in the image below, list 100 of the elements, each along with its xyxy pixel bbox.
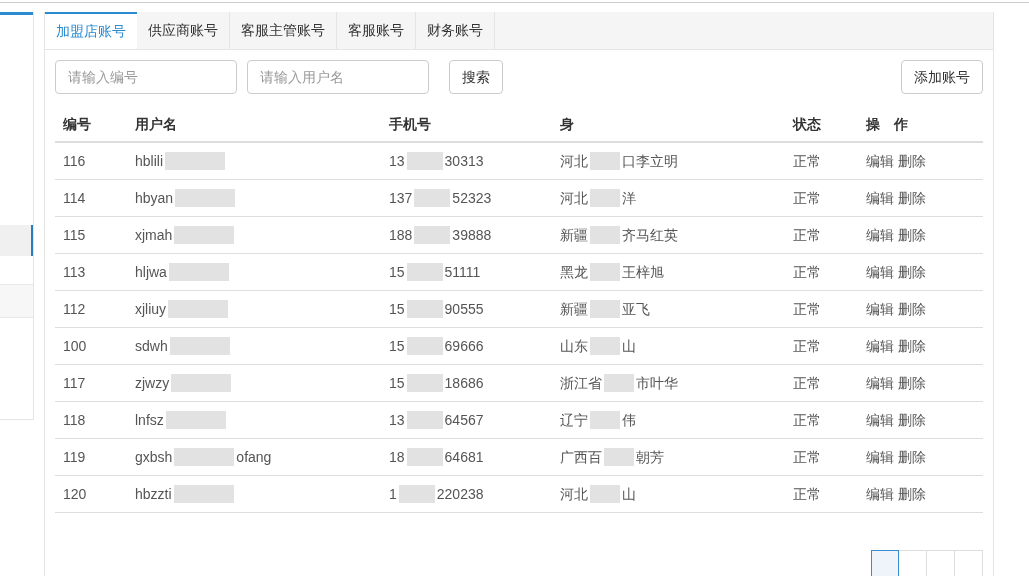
tab[interactable]: 财务账号 (416, 12, 495, 49)
action-link[interactable]: 编辑 (866, 483, 894, 505)
table-cell-text: 64681 (444, 447, 484, 467)
action-link[interactable]: 删除 (898, 298, 926, 320)
table-cell-text: 18 (389, 447, 405, 467)
page-button[interactable] (871, 550, 899, 576)
table-cell: 正常 (793, 337, 821, 354)
table-cell-text: 15 (389, 299, 405, 319)
action-link[interactable]: 编辑 (866, 224, 894, 246)
redaction-block (165, 411, 226, 429)
redaction-block (590, 411, 620, 429)
filter-field[interactable]: 请输入编号 (55, 60, 237, 94)
redaction-block (590, 263, 620, 281)
table-cell-text: 137 (389, 188, 413, 208)
redaction-block (590, 152, 620, 170)
table-cell: 120 (63, 485, 87, 502)
table-cell-text: hljwa (135, 262, 167, 282)
table-cell-text: 广西百 (560, 447, 602, 467)
tab[interactable]: 供应商账号 (137, 12, 230, 49)
action-link[interactable]: 删除 (898, 372, 926, 394)
table-cell: 正常 (793, 485, 821, 502)
table-cell-text: 64567 (444, 410, 484, 430)
add-account-button[interactable]: 添加账号 (901, 60, 983, 94)
redaction-block (174, 448, 235, 466)
redaction-block (175, 189, 236, 207)
redaction-block (171, 374, 232, 392)
table-cell-text: 黑龙 (560, 262, 588, 282)
table-cell-text: sdwh (135, 336, 168, 356)
sidebar-item[interactable] (0, 225, 33, 256)
table-cell-text: 188 (389, 225, 413, 245)
table-cell-text: hbyan (135, 188, 174, 208)
table-cell-text: 69666 (444, 336, 484, 356)
table-cell-text: 51111 (444, 262, 481, 282)
table-cell-text: 13 (389, 151, 405, 171)
table-cell: 115 (63, 226, 86, 243)
action-link[interactable]: 编辑 (866, 372, 894, 394)
action-link[interactable]: 编辑 (866, 446, 894, 468)
table-cell-text: 90555 (444, 299, 484, 319)
tab[interactable]: 加盟店账号 (45, 12, 137, 49)
redaction-block (406, 337, 443, 355)
action-link[interactable]: 编辑 (866, 409, 894, 431)
table-cell-text: 浙江省 (560, 373, 602, 393)
table-cell-text: xjmah (135, 225, 173, 245)
action-link[interactable]: 编辑 (866, 298, 894, 320)
table-cell-text: 30313 (444, 151, 484, 171)
table-cell-text: 13 (389, 410, 405, 430)
column-header: 用户名 (135, 115, 177, 132)
column-header: 编号 (63, 115, 91, 132)
table-cell: 正常 (793, 300, 821, 317)
redaction-block (168, 263, 229, 281)
table-cell: 正常 (793, 263, 821, 280)
redaction-block (168, 300, 229, 318)
redaction-block (590, 485, 620, 503)
table-cell: 正常 (793, 226, 821, 243)
table-cell: 119 (63, 448, 86, 465)
redaction-block (414, 226, 451, 244)
table-cell-text: hbzzti (135, 484, 172, 504)
redaction-block (590, 337, 620, 355)
column-header: 操 作 (866, 115, 908, 132)
action-link[interactable]: 删除 (898, 261, 926, 283)
action-link[interactable]: 编辑 (866, 150, 894, 172)
table-cell: 118 (63, 411, 86, 428)
action-link[interactable]: 编辑 (866, 187, 894, 209)
table-cell-text: 山 (622, 484, 636, 504)
table-cell: 113 (63, 263, 86, 280)
redaction-block (165, 152, 225, 170)
table-cell-text: 15 (389, 336, 405, 356)
table-cell: 正常 (793, 189, 821, 206)
column-header: 状态 (793, 115, 821, 132)
action-link[interactable]: 删除 (898, 409, 926, 431)
table-cell: 114 (63, 189, 86, 206)
tab[interactable]: 客服账号 (337, 12, 416, 49)
action-link[interactable]: 删除 (898, 335, 926, 357)
table-cell: 116 (63, 152, 86, 169)
table-cell-text: 1 (389, 484, 397, 504)
action-link[interactable]: 编辑 (866, 261, 894, 283)
tab[interactable]: 客服主管账号 (230, 12, 337, 49)
table-cell-text: 口李立明 (622, 151, 678, 171)
search-button[interactable]: 搜索 (449, 60, 503, 94)
action-link[interactable]: 编辑 (866, 335, 894, 357)
column-header: 身 (560, 115, 574, 132)
redaction-block (406, 263, 443, 281)
redaction-block (406, 448, 443, 466)
table-cell-text: 15 (389, 373, 405, 393)
action-link[interactable]: 删除 (898, 446, 926, 468)
table-cell-text: zjwzy (135, 373, 170, 393)
action-link[interactable]: 删除 (898, 187, 926, 209)
table-cell-text: 18686 (444, 373, 484, 393)
action-link[interactable]: 删除 (898, 224, 926, 246)
action-link[interactable]: 删除 (898, 483, 926, 505)
table-cell-text: 市叶华 (636, 373, 678, 393)
redaction-block (590, 189, 620, 207)
table-cell-text: 河北 (560, 484, 588, 504)
table-cell: 正常 (793, 411, 821, 428)
table-cell-text: gxbsh (135, 447, 173, 467)
filter-field[interactable]: 请输入用户名 (247, 60, 429, 94)
redaction-block (406, 374, 443, 392)
redaction-block (173, 485, 234, 503)
action-link[interactable]: 删除 (898, 150, 926, 172)
redaction-block (590, 300, 620, 318)
